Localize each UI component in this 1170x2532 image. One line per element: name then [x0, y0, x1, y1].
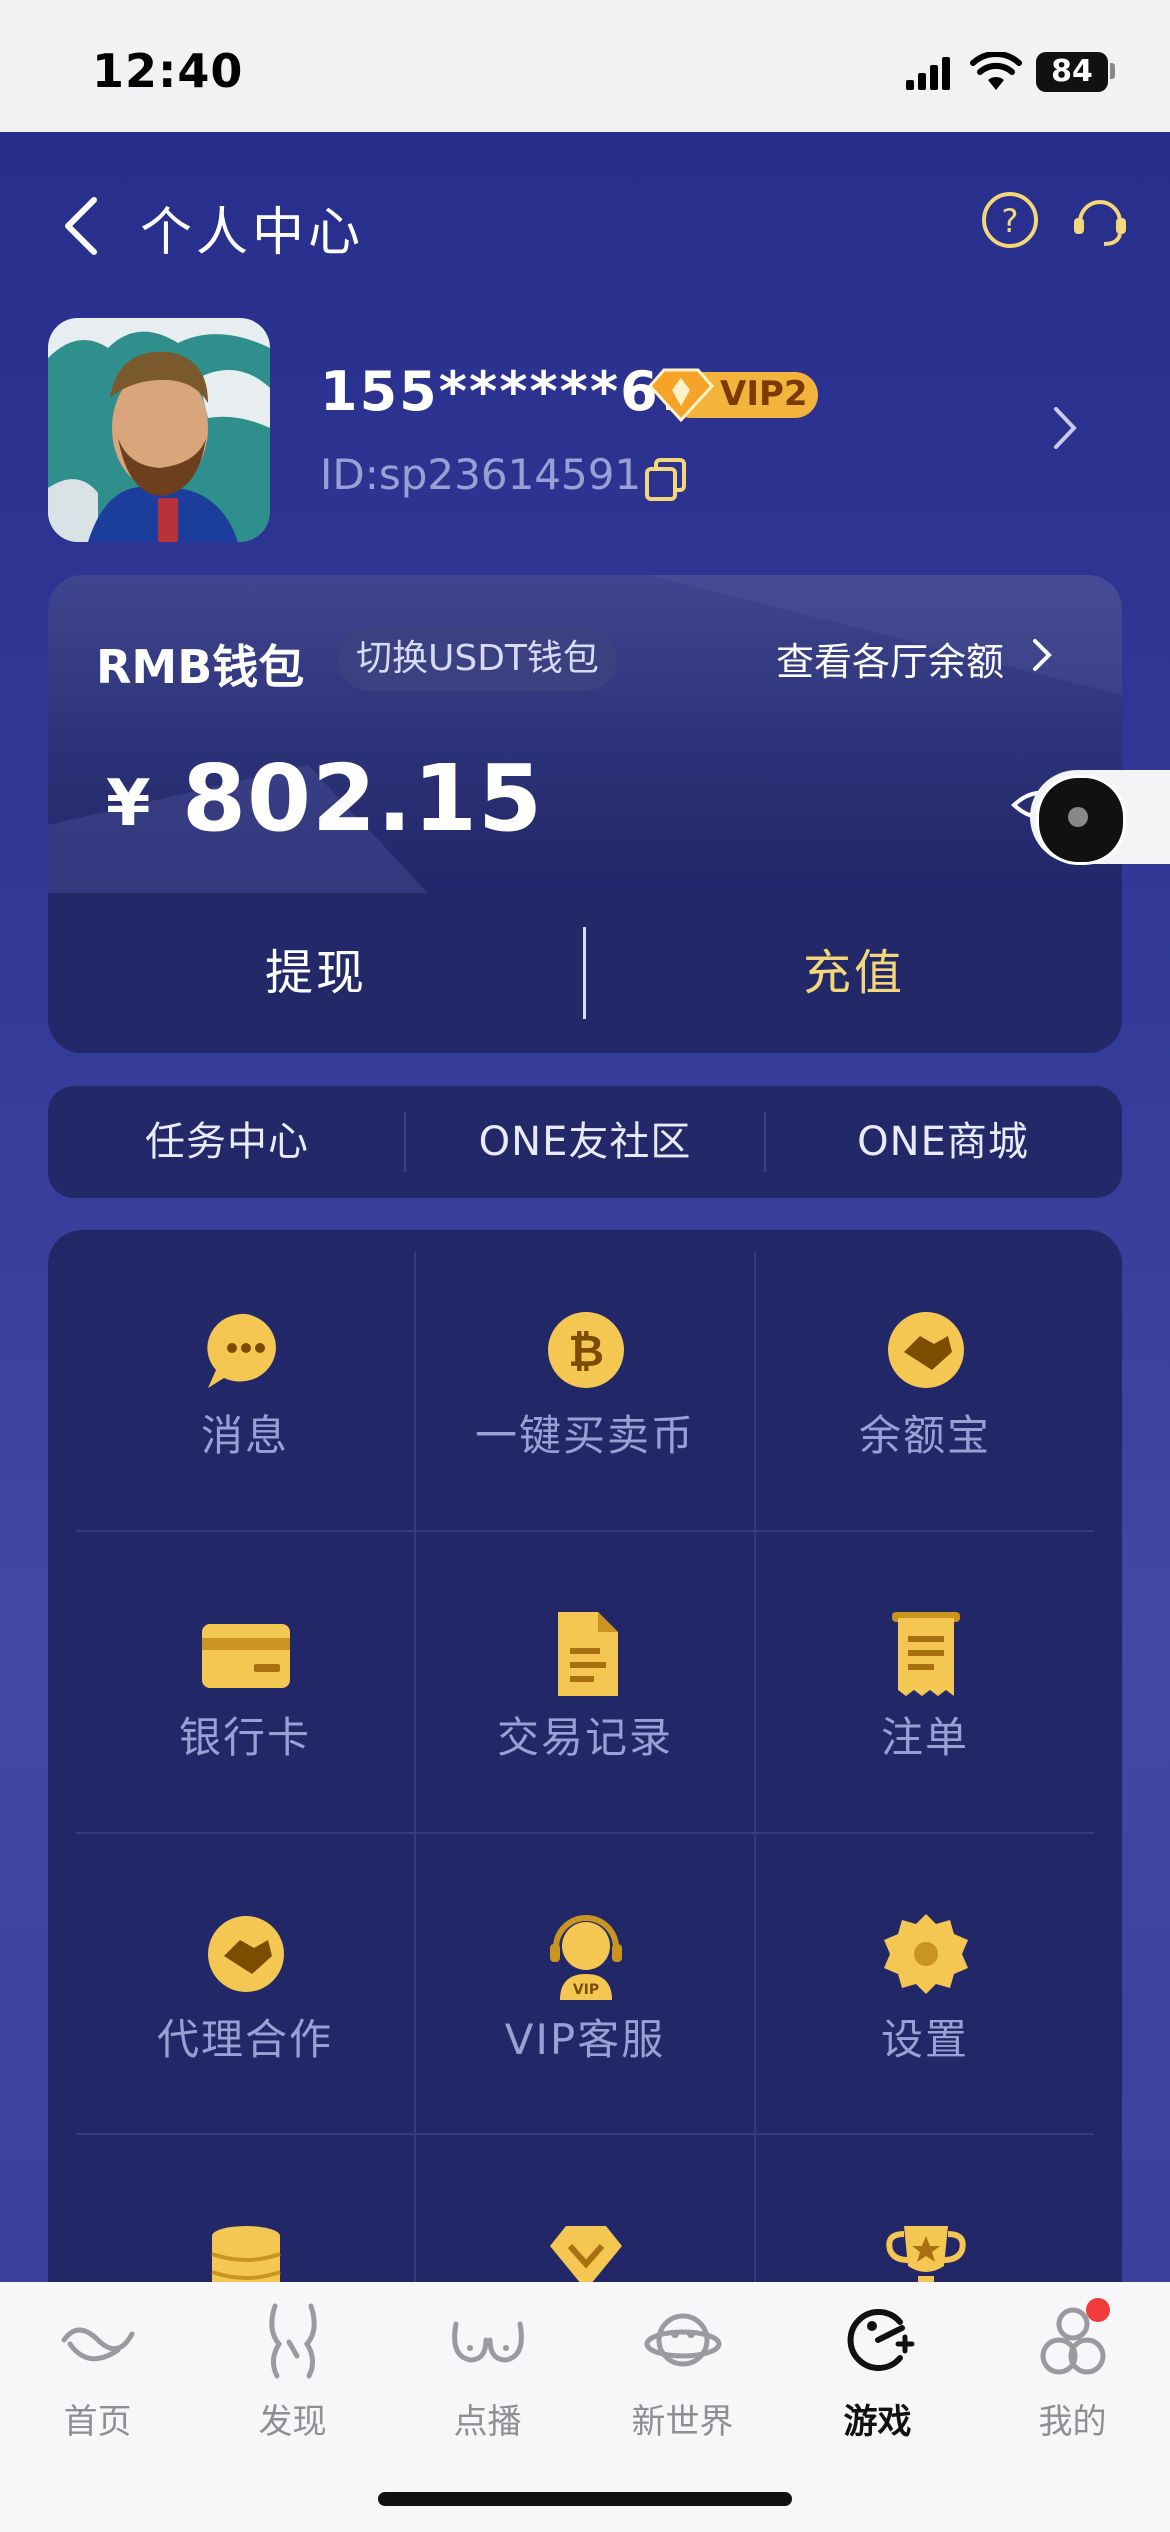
avatar[interactable]	[48, 318, 270, 542]
quick-links-bar: 任务中心 ONE友社区 ONE商城	[48, 1086, 1122, 1198]
home-indicator[interactable]	[378, 2492, 792, 2506]
tab-on-demand[interactable]: 点播	[390, 2300, 585, 2460]
tab-label: 新世界	[631, 2402, 734, 2442]
tab-discover[interactable]: 发现	[195, 2300, 390, 2460]
wallet-balance-panel: RMB钱包 切换USDT钱包 查看各厅余额 ¥ 802.15	[48, 575, 1122, 893]
grid-item-buy-sell-coin[interactable]: ₿ 一键买卖币	[416, 1230, 754, 1530]
switch-usdt-wallet-button[interactable]: 切换USDT钱包	[338, 627, 617, 691]
gear-icon	[884, 1914, 968, 1994]
grid-label: 注单	[880, 1713, 969, 1762]
grid-item-transaction-records[interactable]: 交易记录	[416, 1532, 754, 1832]
tab-mine[interactable]: 我的	[975, 2300, 1170, 2460]
copy-icon[interactable]	[644, 458, 688, 502]
battery-tip	[1110, 63, 1115, 79]
grid-label: 消息	[200, 1411, 289, 1460]
grid-item-settings[interactable]: 设置	[756, 1834, 1094, 2134]
chevron-right-icon[interactable]	[1030, 637, 1054, 673]
currency-symbol: ¥	[106, 767, 151, 841]
grid-item-bank-card[interactable]: 银行卡	[76, 1532, 414, 1832]
wallet-title: RMB钱包	[96, 640, 305, 694]
planet-icon	[644, 2313, 722, 2367]
grid-label: 交易记录	[496, 1713, 673, 1762]
status-bar: 12:40 84	[0, 0, 1170, 132]
svg-text:VIP: VIP	[573, 1982, 599, 1998]
user-id: ID:sp23614591	[320, 450, 642, 499]
grid-item-messages[interactable]: 消息	[76, 1230, 414, 1530]
wifi-icon	[970, 52, 1022, 90]
grid-item-bets[interactable]: 注单	[756, 1532, 1094, 1832]
tab-label: 我的	[1038, 2402, 1107, 2442]
bank-card-icon	[202, 1624, 290, 1688]
grid-item-agency[interactable]: 代理合作	[76, 1834, 414, 2134]
bitcoin-icon: ₿	[548, 1312, 624, 1388]
home-icon	[61, 2327, 135, 2362]
battery-indicator: 84	[1036, 52, 1108, 92]
withdraw-button[interactable]: 提现	[48, 893, 584, 1053]
discover-icon	[269, 2303, 317, 2379]
grid-label: 余额宝	[858, 1411, 991, 1460]
grid-item-vip-support[interactable]: VIP VIP客服	[416, 1834, 754, 2134]
receipt-icon	[892, 1612, 960, 1696]
handshake-icon	[888, 1312, 964, 1388]
balance-amount: 802.15	[182, 745, 544, 852]
grid-label: 设置	[880, 2015, 969, 2064]
customer-service-icon[interactable]	[1070, 190, 1130, 250]
back-arrow-icon[interactable]	[58, 194, 102, 258]
avatar-image	[48, 318, 270, 542]
vip-badge: VIP2	[646, 366, 822, 422]
message-icon	[207, 1313, 276, 1388]
vip-support-icon: VIP	[550, 1915, 622, 2000]
grid-label: VIP客服	[504, 2015, 666, 2064]
wallet-card: RMB钱包 切换USDT钱包 查看各厅余额 ¥ 802.15 提现 充值	[48, 575, 1122, 1053]
music-disc-center	[1068, 807, 1088, 827]
svg-text:?: ?	[1002, 202, 1019, 240]
signal-icon	[906, 57, 950, 90]
one-mall-link[interactable]: ONE商城	[764, 1086, 1122, 1198]
feature-grid: 消息 ₿ 一键买卖币 余额宝 银行卡 交易记录 注单 代理合作 VIP VIP客…	[48, 1230, 1122, 2430]
notification-badge	[1086, 2298, 1110, 2322]
tab-label: 游戏	[843, 2402, 912, 2442]
vip-level-label: VIP2	[720, 374, 808, 414]
status-time: 12:40	[92, 44, 244, 98]
svg-text:₿: ₿	[568, 1326, 604, 1377]
handshake-icon	[208, 1916, 284, 1992]
grid-label: 代理合作	[156, 2015, 333, 2064]
help-icon[interactable]: ?	[980, 190, 1040, 250]
on-demand-icon	[452, 2321, 524, 2363]
grid-label: 一键买卖币	[474, 1411, 695, 1460]
tab-label: 点播	[453, 2402, 522, 2442]
page-title: 个人中心	[140, 203, 365, 263]
tab-new-world[interactable]: 新世界	[585, 2300, 780, 2460]
one-community-link[interactable]: ONE友社区	[406, 1086, 764, 1198]
username: 155******61	[320, 360, 700, 423]
chevron-right-icon[interactable]	[1050, 405, 1080, 451]
tab-game[interactable]: 游戏	[780, 2300, 975, 2460]
game-icon	[847, 2309, 915, 2371]
tab-home[interactable]: 首页	[0, 2300, 195, 2460]
deposit-button[interactable]: 充值	[586, 893, 1122, 1053]
tab-label: 首页	[63, 2402, 132, 2442]
grid-label: 银行卡	[178, 1713, 311, 1762]
document-icon	[558, 1612, 618, 1696]
tab-label: 发现	[258, 2402, 327, 2442]
grid-item-balance-treasure[interactable]: 余额宝	[756, 1230, 1094, 1530]
task-center-link[interactable]: 任务中心	[48, 1086, 406, 1198]
view-hall-balances-link[interactable]: 查看各厅余额	[776, 631, 1004, 686]
